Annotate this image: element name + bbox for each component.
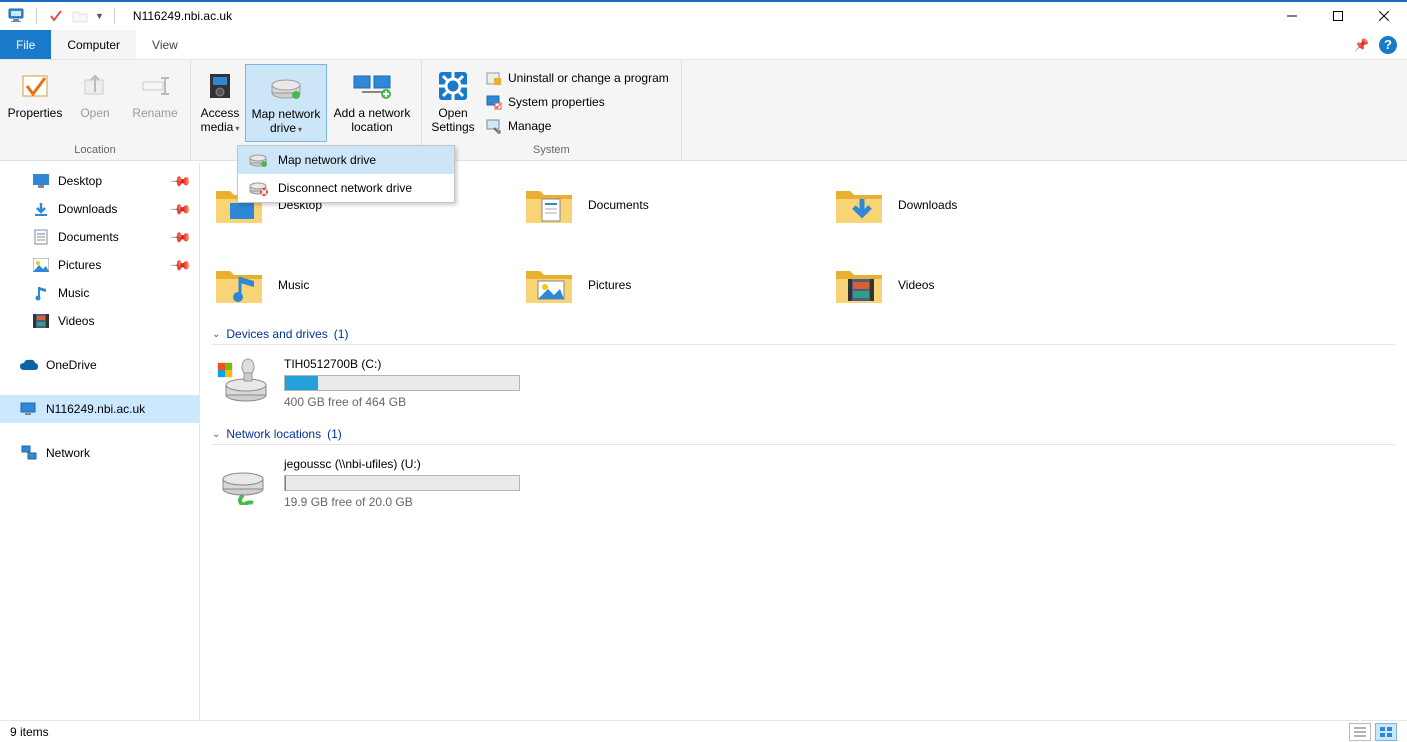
folder-downloads[interactable]: Downloads: [832, 171, 1122, 239]
dropdown-map-network-drive[interactable]: Map network drive: [238, 146, 454, 174]
minimize-button[interactable]: [1269, 1, 1315, 31]
titlebar: ▼ N116249.nbi.ac.uk: [0, 0, 1407, 30]
drive-icon: [248, 152, 268, 168]
open-button: Open: [66, 64, 124, 142]
music-icon: [32, 284, 50, 302]
drive-name: TIH0512700B (C:): [284, 357, 520, 371]
videos-icon: [32, 312, 50, 330]
system-properties-button[interactable]: System properties: [482, 92, 673, 112]
dropdown-disconnect-network-drive[interactable]: Disconnect network drive: [238, 174, 454, 202]
item-count: 9 items: [10, 725, 49, 739]
network-icon: [20, 444, 38, 462]
large-icons-view-button[interactable]: [1375, 723, 1397, 741]
tab-view[interactable]: View: [136, 30, 194, 59]
details-view-button[interactable]: [1349, 723, 1371, 741]
uninstall-icon: [486, 70, 502, 86]
access-media-button[interactable]: Access media▾: [197, 64, 243, 142]
desktop-icon: [32, 172, 50, 190]
downloads-folder-icon: [832, 178, 886, 232]
pictures-icon: [32, 256, 50, 274]
drive-disconnect-icon: [248, 180, 268, 196]
map-network-drive-button[interactable]: Map network drive▾: [245, 64, 327, 142]
maximize-button[interactable]: [1315, 1, 1361, 31]
sidebar-item-documents[interactable]: Documents📌: [0, 223, 199, 251]
qat-newfolder-icon[interactable]: [71, 7, 89, 25]
ribbon-group-label: System: [428, 142, 675, 158]
window-title: N116249.nbi.ac.uk: [133, 9, 232, 23]
qat-properties-icon[interactable]: [47, 7, 65, 25]
system-properties-icon: [486, 94, 502, 110]
sidebar-item-this-pc[interactable]: N116249.nbi.ac.uk: [0, 395, 199, 423]
separator: [114, 8, 115, 24]
minimize-ribbon-icon[interactable]: 📌: [1354, 38, 1369, 52]
close-button[interactable]: [1361, 1, 1407, 31]
local-disk-icon: [216, 357, 270, 411]
drive-usage-fill: [285, 376, 318, 390]
chevron-down-icon: ⌄: [212, 329, 220, 340]
navigation-pane: Desktop📌 Downloads📌 Documents📌 Pictures📌…: [0, 163, 200, 720]
drive-usage-bar: [284, 375, 520, 391]
pin-icon: 📌: [168, 169, 192, 193]
music-folder-icon: [212, 258, 266, 312]
drive-usage-bar: [284, 475, 520, 491]
folder-documents[interactable]: Documents: [522, 171, 812, 239]
documents-icon: [32, 228, 50, 246]
ribbon-tabs: File Computer View 📌 ?: [0, 30, 1407, 60]
qat-dropdown[interactable]: ▼: [95, 11, 104, 21]
drive-c[interactable]: TIH0512700B (C:) 400 GB free of 464 GB: [212, 349, 1395, 419]
this-pc-icon: [8, 7, 26, 25]
manage-button[interactable]: Manage: [482, 116, 673, 136]
drive-free-text: 19.9 GB free of 20.0 GB: [284, 495, 520, 509]
sidebar-item-videos[interactable]: Videos: [0, 307, 199, 335]
content-area: Desktop📌 Downloads📌 Documents📌 Pictures📌…: [0, 163, 1407, 720]
add-network-location-button[interactable]: Add a network location: [329, 64, 415, 142]
open-settings-button[interactable]: Open Settings: [428, 64, 478, 142]
section-devices-and-drives[interactable]: ⌄ Devices and drives (1): [212, 327, 1395, 345]
downloads-icon: [32, 200, 50, 218]
drive-usage-fill: [285, 476, 286, 490]
sidebar-item-network[interactable]: Network: [0, 439, 199, 467]
chevron-down-icon: ⌄: [212, 429, 220, 440]
items-view[interactable]: Desktop Documents Downloads Music Pictur…: [200, 163, 1407, 720]
drive-name: jegoussc (\\nbi-ufiles) (U:): [284, 457, 520, 471]
ribbon-group-label: Location: [6, 142, 184, 158]
ribbon: Properties Open Rename Location Access m…: [0, 60, 1407, 161]
folder-pictures[interactable]: Pictures: [522, 251, 812, 319]
folder-music[interactable]: Music: [212, 251, 502, 319]
tab-computer[interactable]: Computer: [51, 30, 136, 59]
pictures-folder-icon: [522, 258, 576, 312]
status-bar: 9 items: [0, 720, 1407, 742]
rename-button: Rename: [126, 64, 184, 142]
sidebar-item-onedrive[interactable]: OneDrive: [0, 351, 199, 379]
onedrive-icon: [20, 356, 38, 374]
network-drive-icon: [216, 457, 270, 511]
section-network-locations[interactable]: ⌄ Network locations (1): [212, 427, 1395, 445]
folder-videos[interactable]: Videos: [832, 251, 1122, 319]
drive-free-text: 400 GB free of 464 GB: [284, 395, 520, 409]
drive-u[interactable]: jegoussc (\\nbi-ufiles) (U:) 19.9 GB fre…: [212, 449, 1395, 519]
documents-folder-icon: [522, 178, 576, 232]
manage-icon: [486, 118, 502, 134]
pin-icon: 📌: [168, 253, 192, 277]
help-icon[interactable]: ?: [1379, 36, 1397, 54]
ribbon-group-system: Open Settings Uninstall or change a prog…: [422, 60, 682, 160]
sidebar-item-music[interactable]: Music: [0, 279, 199, 307]
properties-button[interactable]: Properties: [6, 64, 64, 142]
pin-icon: 📌: [168, 197, 192, 221]
ribbon-group-location: Properties Open Rename Location: [0, 60, 191, 160]
sidebar-item-downloads[interactable]: Downloads📌: [0, 195, 199, 223]
sidebar-item-desktop[interactable]: Desktop📌: [0, 167, 199, 195]
separator: [36, 8, 37, 24]
sidebar-item-pictures[interactable]: Pictures📌: [0, 251, 199, 279]
pin-icon: 📌: [168, 225, 192, 249]
tab-file[interactable]: File: [0, 30, 51, 59]
uninstall-program-button[interactable]: Uninstall or change a program: [482, 68, 673, 88]
map-network-drive-dropdown: Map network drive Disconnect network dri…: [237, 145, 455, 203]
videos-folder-icon: [832, 258, 886, 312]
this-pc-icon: [20, 400, 38, 418]
